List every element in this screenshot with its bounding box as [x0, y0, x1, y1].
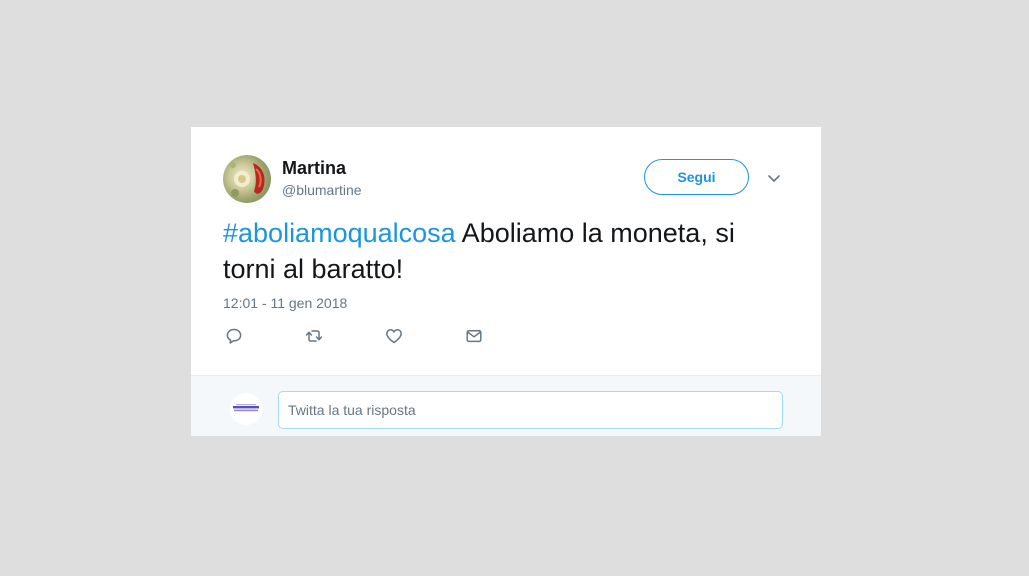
- author-avatar[interactable]: [223, 155, 271, 203]
- reply-icon[interactable]: [225, 327, 243, 345]
- heart-icon[interactable]: [385, 327, 403, 345]
- tweet-text: #aboliamoqualcosa Aboliamo la moneta, si…: [223, 215, 783, 287]
- current-user-avatar[interactable]: [230, 393, 262, 425]
- current-user-logo-icon: [233, 404, 259, 412]
- hashtag-link[interactable]: #aboliamoqualcosa: [223, 218, 456, 248]
- author-display-name[interactable]: Martina: [282, 157, 346, 179]
- avatar-photo-icon: [230, 162, 265, 197]
- tweet-timestamp[interactable]: 12:01 - 11 gen 2018: [223, 294, 347, 312]
- author-username[interactable]: @blumartine: [282, 181, 362, 199]
- reply-input[interactable]: Twitta la tua risposta: [278, 391, 783, 429]
- reply-bar: Twitta la tua risposta: [191, 375, 821, 436]
- follow-button[interactable]: Segui: [644, 159, 749, 195]
- retweet-icon[interactable]: [305, 327, 323, 345]
- envelope-icon[interactable]: [465, 327, 483, 345]
- tweet-card: Martina @blumartine Segui #aboliamoqualc…: [191, 127, 821, 436]
- more-options-chevron-down-icon[interactable]: [765, 169, 783, 187]
